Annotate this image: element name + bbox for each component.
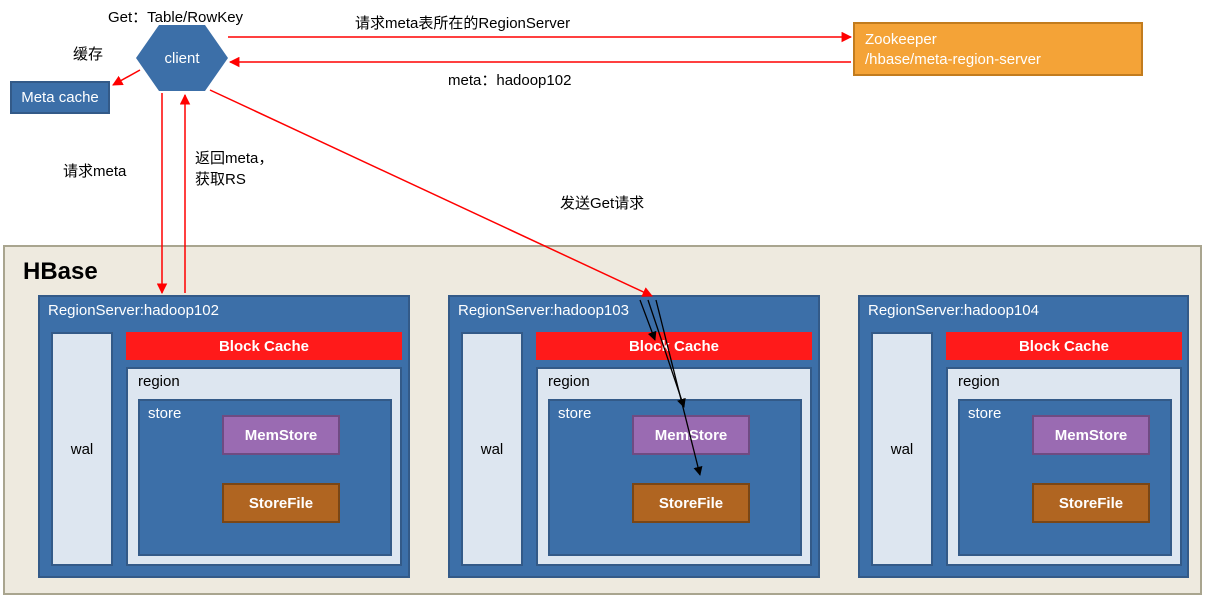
rs1-ms-text: MemStore — [245, 427, 318, 444]
rs3-ms-text: MemStore — [1055, 427, 1128, 444]
rs1-store-text: store — [148, 405, 181, 422]
meta-cache-text: Meta cache — [21, 89, 99, 106]
cache-label: 缓存 — [73, 43, 103, 64]
rs3-region: region store MemStore StoreFile — [946, 367, 1182, 566]
rs1-blockcache: Block Cache — [126, 332, 402, 360]
rs2-memstore: MemStore — [632, 415, 750, 455]
meta-return-label: meta：hadoop102 — [448, 69, 571, 90]
rs2-blockcache: Block Cache — [536, 332, 812, 360]
client-node: client — [136, 25, 228, 91]
diagram-canvas: Get：Table/RowKey 请求meta表所在的RegionServer … — [0, 0, 1214, 600]
return-meta-label: 返回meta， 获取RS — [195, 147, 273, 189]
rs2-storefile: StoreFile — [632, 483, 750, 523]
req-meta-label: 请求meta — [63, 160, 126, 181]
rs3-blockcache: Block Cache — [946, 332, 1182, 360]
rs3-storefile: StoreFile — [1032, 483, 1150, 523]
rs3-bc-text: Block Cache — [1019, 338, 1109, 355]
rs3-wal: wal — [871, 332, 933, 566]
rs2-ms-text: MemStore — [655, 427, 728, 444]
regionserver-1: RegionServer:hadoop102 wal Block Cache r… — [38, 295, 410, 578]
rs3-sf-text: StoreFile — [1059, 495, 1123, 512]
rs2-store-text: store — [558, 405, 591, 422]
send-get-label: 发送Get请求 — [560, 192, 644, 213]
rs3-store: store MemStore StoreFile — [958, 399, 1172, 556]
rs3-wal-text: wal — [891, 441, 914, 458]
rs1-title: RegionServer:hadoop102 — [48, 302, 219, 319]
rs3-store-text: store — [968, 405, 1001, 422]
rs3-region-text: region — [958, 373, 1000, 390]
req-zk-label: 请求meta表所在的RegionServer — [355, 12, 570, 33]
rs3-title: RegionServer:hadoop104 — [868, 302, 1039, 319]
rs2-sf-text: StoreFile — [659, 495, 723, 512]
rs1-bc-text: Block Cache — [219, 338, 309, 355]
rs1-region: region store MemStore StoreFile — [126, 367, 402, 566]
regionserver-2: RegionServer:hadoop103 wal Block Cache r… — [448, 295, 820, 578]
zookeeper-box: Zookeeper /hbase/meta-region-server — [853, 22, 1143, 76]
rs1-wal-text: wal — [71, 441, 94, 458]
client-text: client — [164, 50, 199, 67]
rs2-region-text: region — [548, 373, 590, 390]
meta-cache-box: Meta cache — [10, 81, 110, 114]
rs2-store: store MemStore StoreFile — [548, 399, 802, 556]
rs1-region-text: region — [138, 373, 180, 390]
rs1-wal: wal — [51, 332, 113, 566]
rs2-wal: wal — [461, 332, 523, 566]
rs1-memstore: MemStore — [222, 415, 340, 455]
rs1-sf-text: StoreFile — [249, 495, 313, 512]
rs2-region: region store MemStore StoreFile — [536, 367, 812, 566]
rs1-store: store MemStore StoreFile — [138, 399, 392, 556]
get-label: Get：Table/RowKey — [108, 6, 243, 27]
zookeeper-line2: /hbase/meta-region-server — [865, 50, 1131, 70]
zookeeper-line1: Zookeeper — [865, 30, 1131, 50]
regionserver-3: RegionServer:hadoop104 wal Block Cache r… — [858, 295, 1189, 578]
rs3-memstore: MemStore — [1032, 415, 1150, 455]
rs2-bc-text: Block Cache — [629, 338, 719, 355]
hbase-title: HBase — [23, 258, 98, 286]
rs2-title: RegionServer:hadoop103 — [458, 302, 629, 319]
rs1-storefile: StoreFile — [222, 483, 340, 523]
rs2-wal-text: wal — [481, 441, 504, 458]
